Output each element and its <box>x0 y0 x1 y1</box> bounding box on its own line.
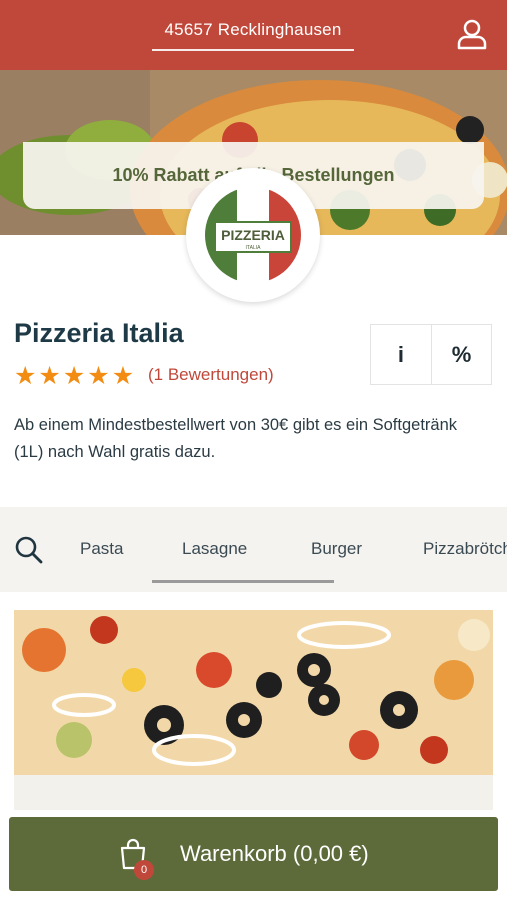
product-image[interactable] <box>14 610 493 775</box>
category-tab-pasta[interactable]: Pasta <box>80 539 123 559</box>
product-card[interactable] <box>14 775 493 810</box>
cart-button[interactable]: 0 Warenkorb (0,00 €) <box>9 817 498 891</box>
category-tab-lasagne[interactable]: Lasagne <box>182 539 247 559</box>
restaurant-logo: PIZZERIA ITALIA <box>186 168 320 302</box>
active-category-indicator <box>152 580 334 583</box>
star-icon: ★ <box>38 362 61 390</box>
logo-text: PIZZERIA <box>221 227 285 243</box>
star-icon: ★ <box>14 362 37 390</box>
cart-count-badge: 0 <box>134 860 154 880</box>
location-selector[interactable]: 45657 Recklinghausen <box>152 20 354 40</box>
info-button-group: i % <box>370 324 492 385</box>
top-bar: 45657 Recklinghausen <box>0 0 507 70</box>
info-button[interactable]: i <box>371 325 431 384</box>
star-icon: ★ <box>62 362 86 390</box>
star-icon: ★ <box>87 362 110 390</box>
cart-label: Warenkorb (0,00 €) <box>180 841 369 866</box>
star-icon: ★ <box>111 362 135 390</box>
category-tab-burger[interactable]: Burger <box>311 539 362 559</box>
rating-stars: ★ ★ ★ ★ ★ <box>14 362 135 390</box>
search-icon[interactable] <box>14 535 44 565</box>
restaurant-description: Ab einem Mindestbestellwert von 30€ gibt… <box>14 416 458 461</box>
discount-button[interactable]: % <box>430 325 491 384</box>
location-underline <box>152 49 354 51</box>
category-tab-pizzabroetchen[interactable]: Pizzabrötchen <box>423 539 507 559</box>
user-icon[interactable] <box>455 17 489 51</box>
category-bar: Pasta Lasagne Burger Pizzabrötchen <box>0 507 507 592</box>
restaurant-name: Pizzeria Italia <box>14 318 184 348</box>
logo-subtext: ITALIA <box>246 245 262 251</box>
reviews-link[interactable]: (1 Bewertungen) <box>148 365 274 385</box>
